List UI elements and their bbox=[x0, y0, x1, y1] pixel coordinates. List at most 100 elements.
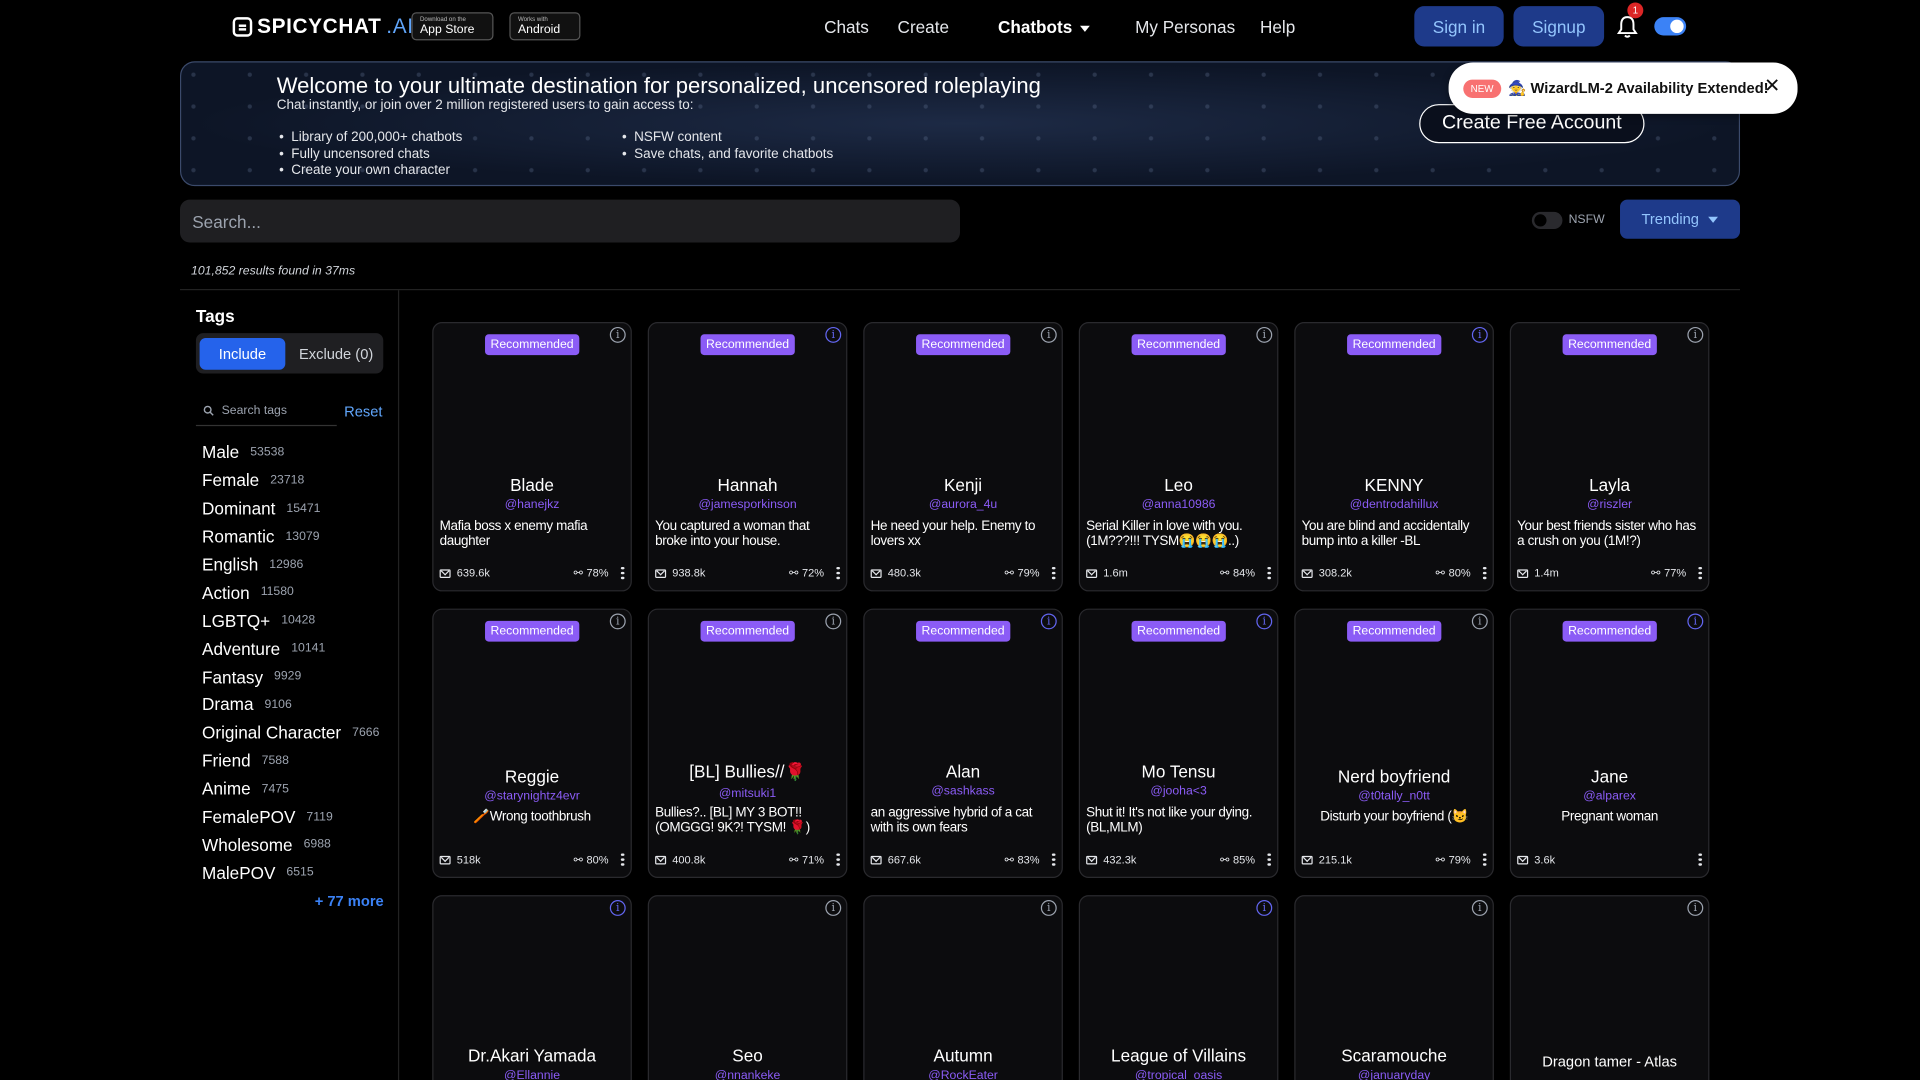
info-icon[interactable]: i bbox=[1256, 613, 1273, 630]
more-tags-link[interactable]: + 77 more bbox=[315, 893, 384, 910]
info-icon[interactable]: i bbox=[1040, 326, 1057, 343]
more-options-icon[interactable] bbox=[1267, 566, 1271, 580]
reset-tags-link[interactable]: Reset bbox=[344, 403, 382, 420]
character-handle[interactable]: @alparex bbox=[1511, 790, 1708, 803]
more-options-icon[interactable] bbox=[1698, 566, 1702, 580]
info-icon[interactable]: i bbox=[609, 326, 626, 343]
character-handle[interactable]: @RockEater bbox=[864, 1069, 1061, 1080]
info-icon[interactable]: i bbox=[1256, 900, 1273, 916]
character-card[interactable]: Recommended i [BL] Bullies//🌹 @mitsuki1 … bbox=[647, 608, 848, 878]
more-options-icon[interactable] bbox=[836, 853, 840, 867]
close-icon[interactable]: ✕ bbox=[1764, 77, 1780, 97]
more-options-icon[interactable] bbox=[620, 566, 625, 580]
info-icon[interactable]: i bbox=[1471, 613, 1488, 630]
character-card[interactable]: Recommended i Nerd boyfriend @t0tally_n0… bbox=[1294, 608, 1494, 878]
android-badge[interactable]: Works with Android bbox=[509, 12, 581, 41]
character-handle[interactable]: @mitsuki1 bbox=[649, 787, 846, 800]
info-icon[interactable]: i bbox=[825, 900, 842, 916]
character-handle[interactable]: @januaryday bbox=[1296, 1069, 1493, 1080]
info-icon[interactable]: i bbox=[1040, 900, 1057, 916]
tag-item[interactable]: Fantasy 9929 bbox=[202, 663, 379, 691]
nav-create[interactable]: Create bbox=[898, 17, 949, 37]
character-card[interactable]: Recommended i Leo @anna10986 Serial Kill… bbox=[1078, 322, 1279, 592]
more-options-icon[interactable] bbox=[836, 566, 840, 580]
character-card[interactable]: i Autumn @RockEater bbox=[863, 895, 1063, 1080]
more-options-icon[interactable] bbox=[620, 853, 625, 867]
character-card[interactable]: Recommended i Reggie @starynightz4evr 🪥W… bbox=[432, 608, 632, 878]
search-input[interactable]: Search... bbox=[180, 199, 961, 243]
tag-item[interactable]: Romantic 13079 bbox=[202, 522, 379, 550]
character-card[interactable]: i Dr.Akari Yamada @Ellannie bbox=[432, 895, 632, 1080]
nav-help[interactable]: Help bbox=[1260, 17, 1295, 37]
tag-item[interactable]: Drama 9106 bbox=[202, 691, 379, 719]
more-options-icon[interactable] bbox=[1482, 853, 1487, 867]
info-icon[interactable]: i bbox=[1687, 326, 1704, 343]
tag-item[interactable]: English 12986 bbox=[202, 550, 379, 578]
character-card[interactable]: Recommended i Kenji @aurora_4u He need y… bbox=[863, 322, 1063, 592]
more-options-icon[interactable] bbox=[1482, 566, 1487, 580]
character-handle[interactable]: @aurora_4u bbox=[864, 498, 1061, 511]
tag-item[interactable]: Anime 7475 bbox=[202, 775, 379, 803]
more-options-icon[interactable] bbox=[1698, 853, 1702, 867]
theme-toggle[interactable] bbox=[1654, 17, 1687, 36]
character-card[interactable]: Recommended i Jane @alparex Pregnant wom… bbox=[1509, 608, 1710, 878]
tag-item[interactable]: Original Character 7666 bbox=[202, 719, 379, 747]
character-handle[interactable]: @dentrodahillux bbox=[1296, 498, 1493, 511]
nav-chats[interactable]: Chats bbox=[824, 17, 869, 37]
character-card[interactable]: i Seo @nnankeke bbox=[647, 895, 848, 1080]
character-card[interactable]: Recommended i Blade @hanejkz Mafia boss … bbox=[432, 322, 632, 592]
character-handle[interactable]: @sashkass bbox=[864, 785, 1061, 798]
character-card[interactable]: i League of Villains @tropical_oasis bbox=[1078, 895, 1279, 1080]
logo[interactable]: SPICYCHAT .AI bbox=[232, 15, 414, 39]
character-handle[interactable]: @starynightz4evr bbox=[433, 790, 630, 803]
exclude-tab[interactable]: Exclude (0) bbox=[289, 338, 383, 370]
tag-item[interactable]: LGBTQ+ 10428 bbox=[202, 607, 379, 635]
character-card[interactable]: i Dragon tamer - Atlas bbox=[1509, 895, 1710, 1080]
tag-item[interactable]: Friend 7588 bbox=[202, 747, 379, 775]
character-handle[interactable]: @Ellannie bbox=[433, 1069, 630, 1080]
signup-button[interactable]: Signup bbox=[1513, 6, 1605, 47]
info-icon[interactable]: i bbox=[825, 613, 842, 630]
tag-item[interactable]: MalePOV 6515 bbox=[202, 859, 379, 887]
sort-dropdown[interactable]: Trending bbox=[1620, 199, 1741, 239]
character-handle[interactable]: @riszler bbox=[1511, 498, 1708, 511]
tag-item[interactable]: Adventure 10141 bbox=[202, 635, 379, 663]
character-card[interactable]: i Scaramouche @januaryday bbox=[1294, 895, 1494, 1080]
character-handle[interactable]: @anna10986 bbox=[1080, 498, 1277, 511]
more-options-icon[interactable] bbox=[1267, 853, 1271, 867]
tag-item[interactable]: Wholesome 6988 bbox=[202, 831, 379, 859]
info-icon[interactable]: i bbox=[1040, 613, 1057, 630]
nsfw-toggle[interactable] bbox=[1531, 211, 1563, 229]
tag-item[interactable]: Dominant 15471 bbox=[202, 494, 379, 522]
character-card[interactable]: Recommended i Mo Tensu @jooha<3 Shut it!… bbox=[1078, 608, 1279, 878]
character-card[interactable]: Recommended i KENNY @dentrodahillux You … bbox=[1294, 322, 1494, 592]
info-icon[interactable]: i bbox=[825, 326, 842, 343]
character-handle[interactable]: @nnankeke bbox=[649, 1069, 846, 1080]
info-icon[interactable]: i bbox=[609, 613, 626, 630]
character-card[interactable]: Recommended i Layla @riszler Your best f… bbox=[1509, 322, 1710, 592]
tag-item[interactable]: Male 53538 bbox=[202, 438, 379, 466]
more-options-icon[interactable] bbox=[1051, 566, 1056, 580]
nav-chatbots[interactable]: Chatbots bbox=[998, 17, 1090, 37]
tag-item[interactable]: Female 23718 bbox=[202, 466, 379, 494]
app-store-badge[interactable]: Download on the App Store bbox=[411, 12, 494, 41]
info-icon[interactable]: i bbox=[1471, 900, 1488, 916]
sign-in-button[interactable]: Sign in bbox=[1414, 6, 1504, 47]
tag-item[interactable]: FemalePOV 7119 bbox=[202, 803, 379, 831]
info-icon[interactable]: i bbox=[1687, 613, 1704, 630]
character-card[interactable]: Recommended i Alan @sashkass an aggressi… bbox=[863, 608, 1063, 878]
more-options-icon[interactable] bbox=[1051, 853, 1056, 867]
include-tab[interactable]: Include bbox=[199, 337, 286, 370]
character-handle[interactable]: @jooha<3 bbox=[1080, 785, 1277, 798]
info-icon[interactable]: i bbox=[1687, 900, 1704, 916]
character-handle[interactable]: @hanejkz bbox=[433, 498, 630, 511]
character-handle[interactable]: @tropical_oasis bbox=[1080, 1069, 1277, 1080]
tag-item[interactable]: Action 11580 bbox=[202, 579, 379, 607]
info-icon[interactable]: i bbox=[1471, 326, 1488, 343]
character-handle[interactable]: @t0tally_n0tt bbox=[1296, 790, 1493, 803]
nav-my-personas[interactable]: My Personas bbox=[1135, 17, 1235, 37]
tag-search-input[interactable]: Search tags bbox=[195, 397, 337, 427]
info-icon[interactable]: i bbox=[1256, 326, 1273, 343]
info-icon[interactable]: i bbox=[609, 900, 626, 916]
character-card[interactable]: Recommended i Hannah @jamesporkinson You… bbox=[647, 322, 848, 592]
